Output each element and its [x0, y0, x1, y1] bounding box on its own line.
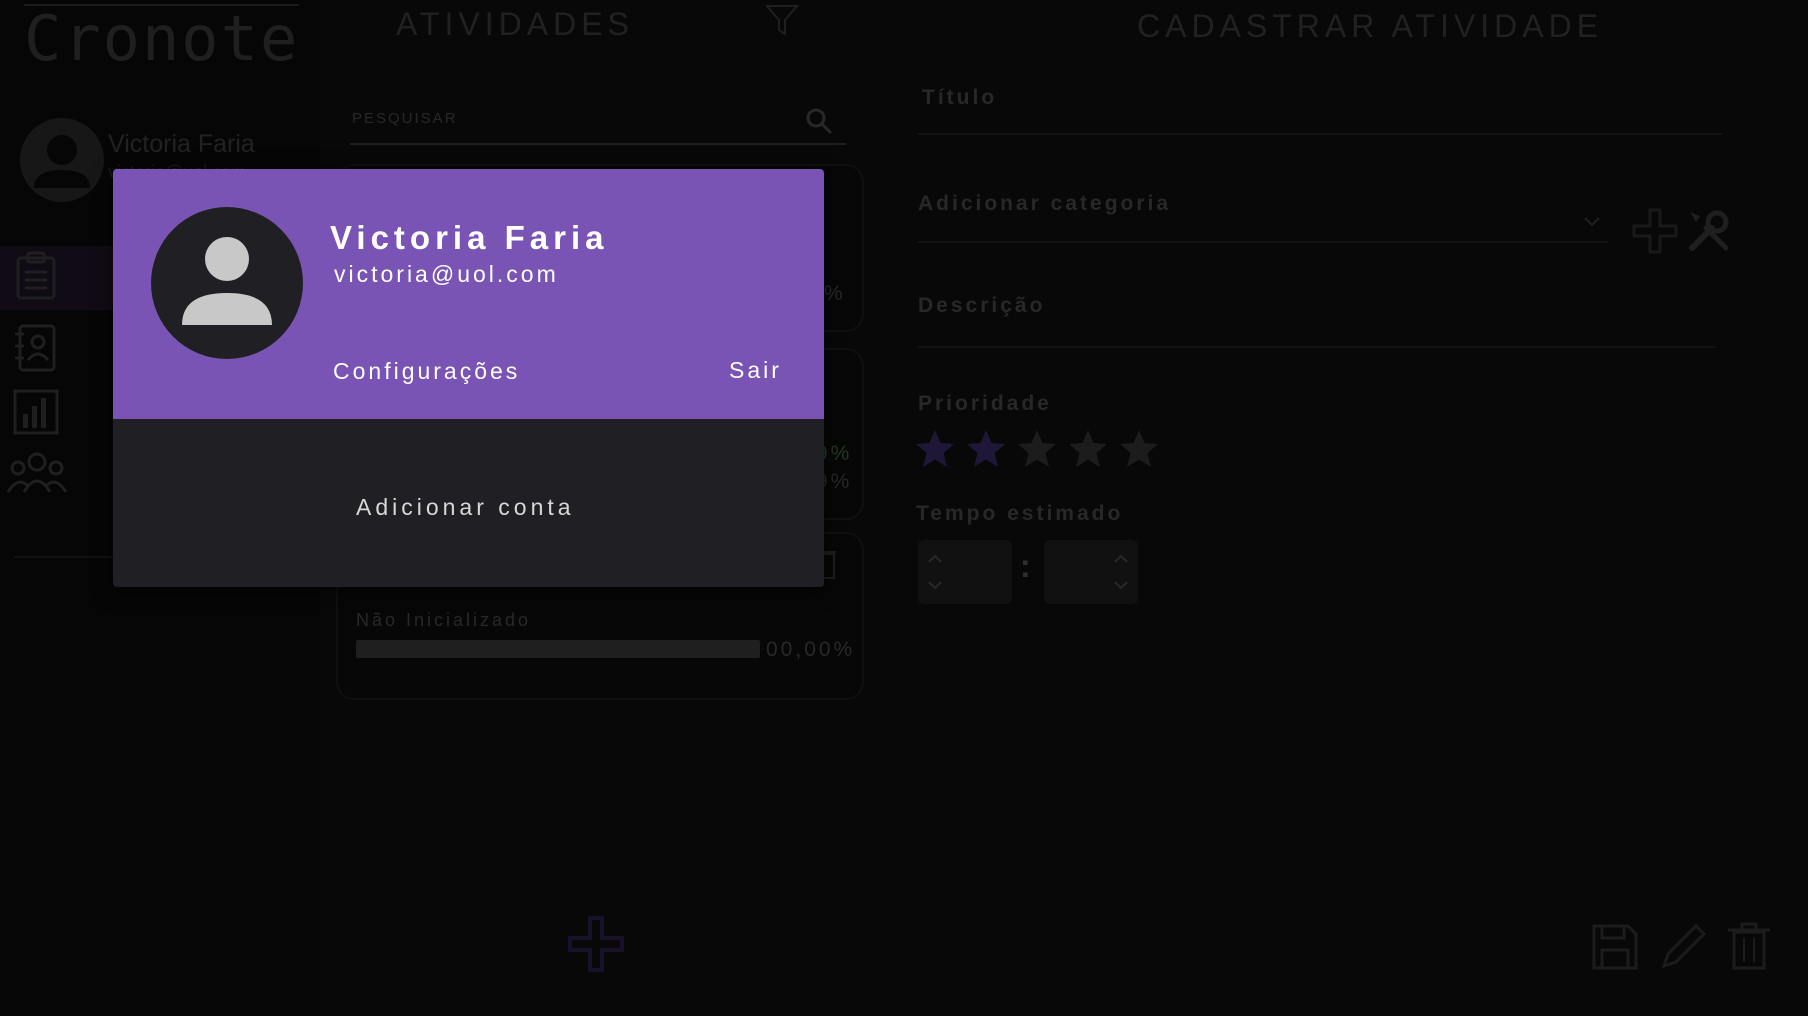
popup-body: Adicionar conta	[113, 419, 824, 587]
profile-popup: Victoria Faria victoria@uol.com Configur…	[113, 169, 824, 587]
popup-user-email: victoria@uol.com	[334, 261, 559, 287]
user-icon	[182, 237, 272, 325]
popup-avatar	[151, 207, 303, 359]
add-account-button[interactable]: Adicionar conta	[356, 494, 575, 521]
popup-header: Victoria Faria victoria@uol.com Configur…	[113, 169, 824, 419]
popup-user-name: Victoria Faria	[330, 219, 609, 256]
settings-button[interactable]: Configurações	[333, 358, 520, 385]
logout-button[interactable]: Sair	[729, 357, 782, 384]
